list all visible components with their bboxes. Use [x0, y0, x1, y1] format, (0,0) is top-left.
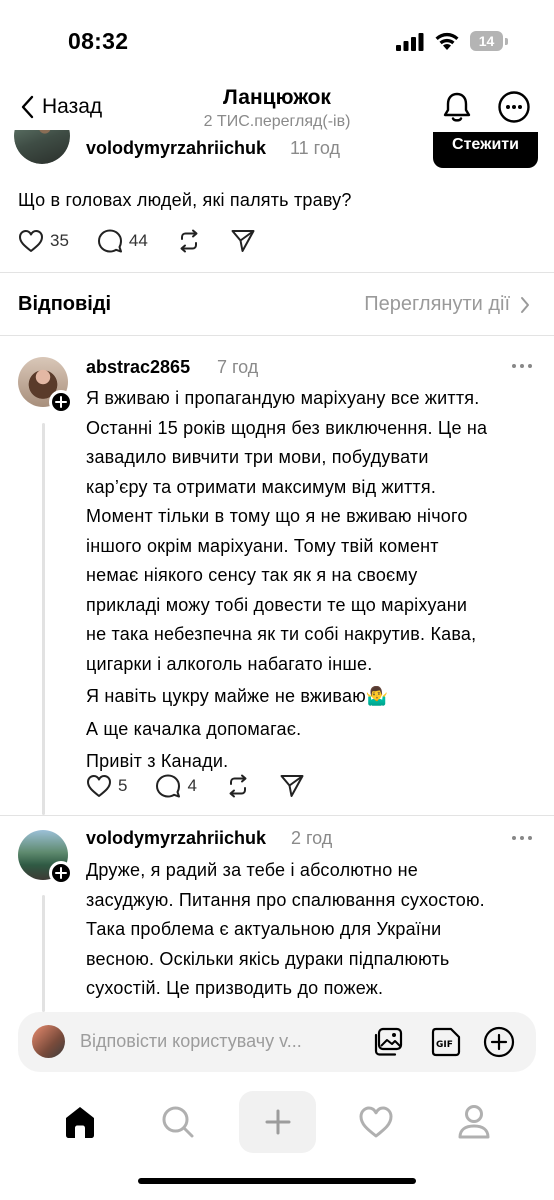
activity-heart-icon: [359, 1106, 393, 1138]
reply-text-line: цигарки і алкоголь набагато інше.: [86, 653, 373, 674]
like-count: 35: [50, 231, 69, 250]
battery-icon: 14: [470, 31, 508, 51]
heart-icon: [19, 230, 43, 252]
repost-button[interactable]: [176, 228, 202, 254]
comment-icon: [97, 229, 122, 253]
comment-button[interactable]: 4: [155, 773, 197, 799]
reply-time: 2 год: [291, 828, 333, 848]
reply-username[interactable]: abstrac2865: [86, 357, 190, 378]
tab-home[interactable]: [56, 1098, 104, 1146]
comment-count: 44: [128, 231, 148, 250]
reply-text-line: засуджую. Питання про спалювання сухосто…: [86, 889, 485, 910]
svg-text:GIF: GIF: [436, 1040, 453, 1050]
heart-icon: [87, 775, 111, 797]
reply-time: 7 год: [217, 357, 259, 377]
tab-bar: [0, 1088, 554, 1200]
reply-text-line: Така проблема є актуальною для України: [86, 919, 442, 939]
reply-username[interactable]: volodymyrzahriichuk: [86, 828, 266, 849]
reply-text-line: завадило вивчити три мови, побудувати: [86, 447, 429, 467]
follow-button[interactable]: Стежити: [433, 132, 538, 168]
plus-icon: [55, 396, 67, 408]
send-icon: [231, 230, 255, 252]
reply-text-line: сухостій. Це призводить до пожеж.: [86, 978, 384, 998]
more-horizontal-icon[interactable]: [510, 834, 534, 842]
search-icon: [162, 1106, 194, 1138]
home-indicator: [138, 1178, 416, 1184]
like-button[interactable]: 35: [18, 229, 69, 253]
reply-item: abstrac2865 7 год Я вживаю і пропагандую…: [0, 335, 554, 815]
like-count: 5: [118, 776, 128, 795]
reply-text-line: Останні 15 років щодня без виключення. Ц…: [86, 417, 488, 438]
profile-icon: [458, 1105, 490, 1139]
follow-plus-badge[interactable]: [49, 390, 73, 414]
avatar[interactable]: [14, 130, 70, 164]
replies-label: Відповіді: [18, 293, 112, 315]
reply-text-line: Момент тільки в тому що я не вживаю нічо…: [86, 506, 468, 526]
reply-text: Друже, я радий за тебе і абсолютно не за…: [86, 856, 485, 1004]
battery-level: 14: [478, 33, 495, 49]
repost-icon: [180, 229, 198, 253]
replies-bar: Відповіді Переглянути дії: [0, 273, 554, 335]
chevron-right-icon: [521, 296, 529, 313]
like-button[interactable]: 5: [86, 774, 127, 798]
create-plus-icon: [265, 1109, 290, 1135]
cellular-signal-icon: [396, 33, 424, 51]
reply-text-line: іншого окрім маріхуани. Тому твій комент: [86, 535, 439, 556]
tab-search[interactable]: [154, 1098, 202, 1146]
reply-composer[interactable]: Відповісти користувачу v... GIF: [18, 1012, 536, 1072]
tab-profile[interactable]: [450, 1098, 498, 1146]
status-bar: 08:32 14: [0, 0, 554, 80]
thread-line: [42, 895, 45, 1012]
send-icon: [280, 775, 304, 797]
reply-text: Я вживаю і пропагандую маріхуану все жит…: [86, 384, 487, 777]
post-time: 11 год: [290, 138, 340, 158]
share-button[interactable]: [279, 773, 305, 799]
view-activity-label: Переглянути дії: [364, 293, 510, 315]
wifi-icon: [435, 32, 459, 50]
reply-text-line: прикладі можу тобі довести те що маріхуа…: [86, 594, 468, 615]
view-activity-link[interactable]: Переглянути дії: [364, 293, 530, 316]
avatar: [32, 1025, 65, 1058]
reply-text-line: Я навіть цукру майже не вживаю🤷‍♂️: [86, 686, 389, 706]
status-time: 08:32: [68, 28, 129, 54]
post-actions: 35 44: [18, 228, 284, 254]
comment-count: 4: [187, 776, 197, 795]
gif-icon[interactable]: GIF: [430, 1027, 462, 1057]
reply-text-line: не така небезпечна як ти собі накрутив. …: [86, 624, 477, 644]
plus-icon: [55, 867, 67, 879]
reply-text-line: кар’єру та отримати максимум від життя.: [86, 476, 437, 497]
reply-text-line: Друже, я радий за тебе і абсолютно не: [86, 860, 418, 880]
reply-actions: 5 4: [86, 773, 333, 799]
comment-icon: [156, 774, 181, 798]
tab-activity[interactable]: [352, 1098, 400, 1146]
thread-line: [42, 423, 45, 815]
bell-icon[interactable]: [440, 90, 474, 124]
main-post: volodymyrzahriichuk 11 год Стежити Що в …: [0, 130, 554, 272]
reply-text-line: весною. Оскільки якісь дураки підпалюють: [86, 948, 450, 969]
repost-button[interactable]: [225, 773, 251, 799]
reply-input[interactable]: Відповісти користувачу v...: [80, 1031, 302, 1052]
more-horizontal-icon[interactable]: [510, 362, 534, 370]
reply-text-line: А ще качалка допомагає.: [86, 718, 302, 739]
reply-text-line: Я вживаю і пропагандую маріхуану все жит…: [86, 388, 480, 408]
tab-create[interactable]: [239, 1091, 316, 1153]
comment-button[interactable]: 44: [97, 228, 148, 254]
reply-text-line: немає ніякого сенсу так як я на своєму: [86, 565, 418, 585]
repost-icon: [229, 774, 247, 798]
home-icon: [66, 1107, 94, 1138]
gallery-icon[interactable]: [373, 1027, 405, 1057]
add-circle-icon[interactable]: [483, 1026, 515, 1058]
more-circle-icon[interactable]: [497, 90, 531, 124]
follow-plus-badge[interactable]: [49, 861, 73, 885]
post-text: Що в головах людей, які палять траву?: [18, 190, 352, 210]
nav-header: Назад Ланцюжок 2 ТИС.перегляд(-ів): [0, 80, 554, 138]
post-username[interactable]: volodymyrzahriichuk: [86, 138, 266, 159]
reply-item: volodymyrzahriichuk 2 год Друже, я радий…: [0, 815, 554, 1012]
share-button[interactable]: [230, 228, 256, 254]
